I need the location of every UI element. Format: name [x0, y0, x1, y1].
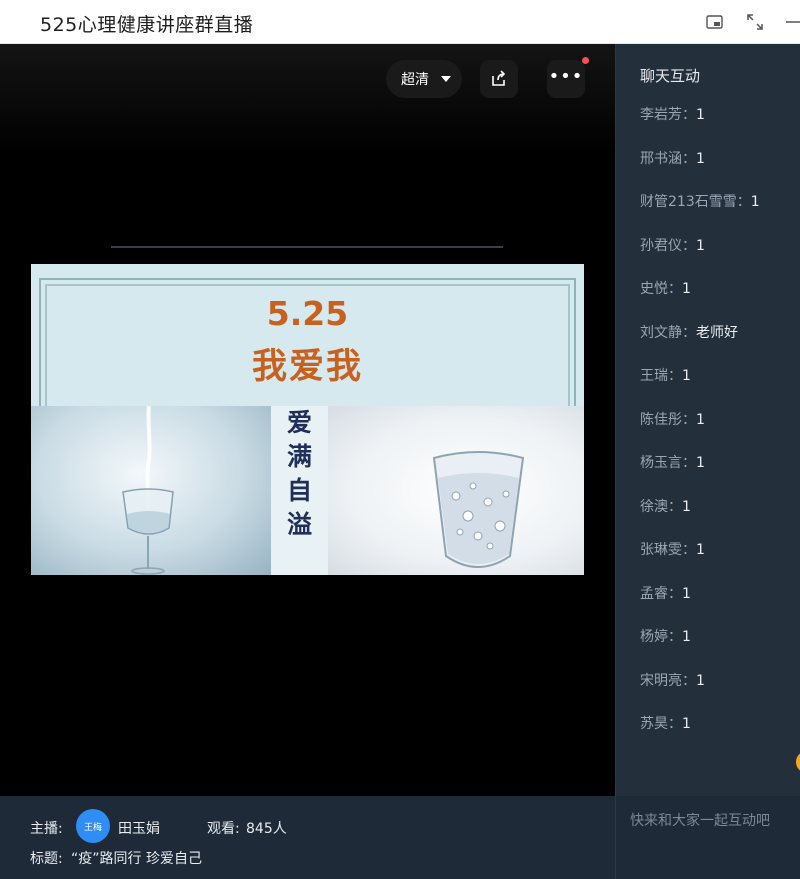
avatar[interactable]: 王梅 [76, 809, 110, 843]
chat-message: 孟睿：1 [640, 585, 691, 602]
host-name: 田玉娟 [118, 821, 160, 837]
notification-dot [582, 57, 589, 64]
chat-message: 史悦：1 [640, 281, 691, 297]
chat-message: 杨玉言：1 [640, 455, 705, 471]
fullscreen-icon[interactable] [745, 12, 765, 32]
chat-message-user: 徐澳 [640, 498, 668, 515]
window-title: 525心理健康讲座群直播 [40, 14, 254, 36]
chat-message-user: 李岩芳 [640, 107, 682, 123]
more-icon: ••• [548, 66, 584, 87]
minimize-icon[interactable] [786, 12, 800, 32]
topic-label: 标题: [30, 851, 63, 867]
chat-message-user: 陈佳彤 [640, 411, 682, 428]
chat-message: 财管213石雪雪：1 [640, 194, 760, 210]
chat-message-user: 孙君仪 [640, 237, 682, 254]
chat-message-user: 财管213石雪雪 [640, 194, 737, 210]
share-button[interactable] [480, 60, 518, 98]
caption-char: 溢 [286, 510, 312, 539]
chat-message-text: 1 [696, 672, 705, 689]
chat-message-text: 1 [696, 542, 705, 558]
chat-message: 杨婷：1 [640, 629, 691, 645]
title-bar: 525心理健康讲座群直播 [0, 0, 800, 44]
stream-info-bar: 主播: 王梅 田玉娟 观看: 845人 标题: “疫”路同行 珍爱自己 [0, 796, 615, 879]
chat-message: 张琳雯：1 [640, 542, 705, 558]
chat-message-text: 1 [696, 237, 705, 254]
chat-message-user: 王瑞 [640, 368, 668, 384]
slide-title: 我爱我 [251, 347, 363, 387]
pouring-water-glass-image [31, 406, 271, 575]
caption-char: 爱 [286, 408, 312, 437]
chat-message: 李岩芳：1 [640, 107, 705, 123]
chat-message-text: 1 [682, 368, 691, 384]
floating-badge[interactable] [796, 751, 800, 773]
slide-number-text: 5.25 [266, 294, 349, 333]
chat-message-user: 宋明亮 [640, 672, 682, 689]
viewers-label: 观看: [207, 821, 240, 837]
caption-char: 满 [286, 442, 312, 471]
chat-message-user: 张琳雯 [640, 542, 682, 558]
chevron-down-icon [441, 76, 451, 82]
chat-message-user: 杨婷 [640, 629, 668, 645]
chat-message-text: 1 [682, 281, 691, 297]
chat-message: 刘文静：老师好 [640, 324, 738, 341]
water-glass-bubbles-image [328, 406, 584, 575]
live-stream-window: 525心理健康讲座群直播 超清 ••• 5.25 我爱我 爱 满 自 溢 主播:… [0, 0, 800, 879]
chat-message-user: 苏昊 [640, 716, 668, 732]
chat-input-area[interactable]: 快来和大家一起互动吧 [615, 796, 800, 879]
chat-message: 孙君仪：1 [640, 237, 705, 254]
caption-char: 自 [286, 476, 312, 505]
pip-icon[interactable] [705, 12, 725, 32]
chat-input-placeholder[interactable]: 快来和大家一起互动吧 [630, 810, 770, 830]
stream-topic: “疫”路同行 珍爱自己 [71, 851, 202, 867]
chat-message: 陈佳彤：1 [640, 411, 705, 428]
chat-message-text: 1 [682, 498, 691, 515]
chat-message-text: 老师好 [696, 324, 738, 341]
chat-message: 王瑞：1 [640, 368, 691, 384]
chat-message-user: 史悦 [640, 281, 668, 297]
more-button[interactable]: ••• [547, 60, 585, 98]
quality-selector[interactable]: 超清 [386, 60, 462, 98]
chat-message-text: 1 [696, 455, 705, 471]
share-icon [492, 70, 506, 86]
chat-message-user: 邢书涵 [640, 150, 682, 167]
viewers-count: 845人 [246, 821, 287, 837]
slide-vertical-caption: 爱 满 自 溢 [271, 406, 328, 575]
chat-message: 邢书涵：1 [640, 150, 705, 167]
stream-progress-line [111, 246, 503, 248]
chat-message-text: 1 [750, 194, 760, 210]
chat-message-text: 1 [696, 411, 705, 428]
chat-message-user: 孟睿 [640, 585, 668, 602]
chat-message-user: 杨玉言 [640, 455, 682, 471]
video-player[interactable]: 超清 ••• 5.25 我爱我 爱 满 自 溢 [0, 44, 615, 796]
quality-label: 超清 [401, 72, 429, 88]
presentation-slide: 5.25 我爱我 爱 满 自 溢 [31, 264, 584, 575]
chat-panel: 聊天互动 李岩芳：1 邢书涵：1 财管213石雪雪：1 孙君仪：1 史悦：1 刘文静：老师… [615, 44, 800, 796]
chat-message-text: 1 [682, 716, 691, 732]
chat-title: 聊天互动 [640, 67, 701, 85]
chat-message: 苏昊：1 [640, 716, 691, 732]
chat-message-text: 1 [682, 629, 691, 645]
chat-message: 宋明亮：1 [640, 672, 705, 689]
chat-message-text: 1 [682, 585, 691, 602]
chat-message: 徐澳：1 [640, 498, 691, 515]
chat-message-text: 1 [696, 107, 705, 123]
host-label: 主播: [30, 821, 63, 837]
chat-message-user: 刘文静 [640, 324, 682, 341]
chat-message-text: 1 [696, 150, 705, 167]
